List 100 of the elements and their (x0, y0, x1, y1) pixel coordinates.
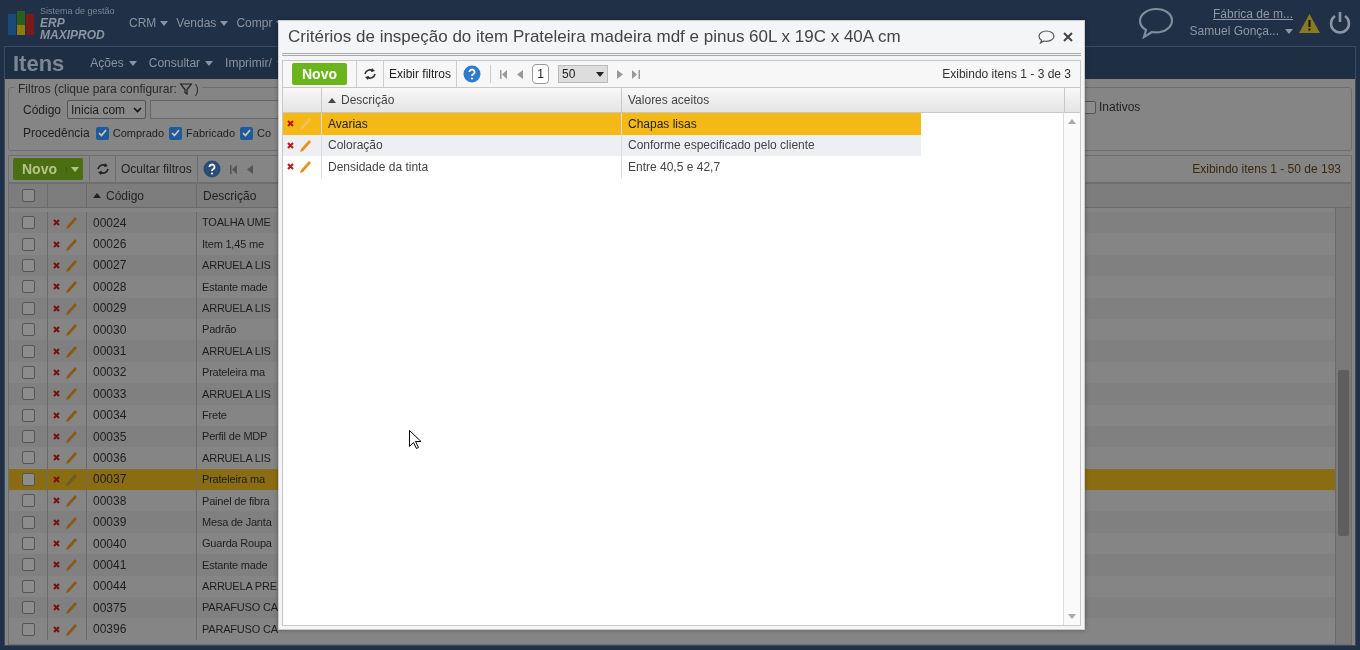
pencil-icon[interactable] (65, 301, 77, 315)
first-page-icon[interactable] (500, 69, 508, 79)
checkbox[interactable] (95, 126, 109, 140)
scrollbar[interactable] (1063, 113, 1080, 625)
delete-icon[interactable] (53, 497, 60, 505)
table-row[interactable]: Coloração Conforme especificado pelo cliente (283, 134, 921, 156)
table-row[interactable]: Avarias Chapas lisas (283, 113, 921, 135)
checkbox[interactable] (21, 558, 35, 572)
delete-icon[interactable] (53, 390, 60, 398)
menu-item[interactable]: Consultar (148, 54, 214, 72)
pencil-icon[interactable] (299, 160, 311, 174)
delete-icon[interactable] (53, 433, 60, 441)
scrollbar-thumb[interactable] (1338, 370, 1349, 536)
checkbox[interactable] (240, 126, 253, 140)
previous-page-icon[interactable] (246, 164, 253, 174)
pencil-icon[interactable] (65, 601, 77, 615)
page-size-select[interactable]: 50 (558, 65, 608, 83)
delete-icon[interactable] (53, 347, 60, 355)
delete-icon[interactable] (53, 540, 60, 548)
scroll-up-icon[interactable] (1068, 119, 1076, 124)
checkbox[interactable] (21, 472, 35, 486)
delete-icon[interactable] (287, 163, 294, 171)
checkbox[interactable] (21, 387, 35, 401)
delete-icon[interactable] (53, 368, 60, 376)
last-page-icon[interactable] (632, 69, 640, 79)
menu-item[interactable]: Vendas (176, 14, 229, 32)
help-icon[interactable] (463, 65, 481, 83)
delete-icon[interactable] (53, 219, 60, 227)
pencil-icon[interactable] (65, 451, 77, 465)
delete-icon[interactable] (53, 411, 60, 419)
pencil-icon[interactable] (65, 387, 77, 401)
new-button[interactable]: Novo (13, 158, 83, 180)
pencil-icon[interactable] (65, 579, 77, 593)
pencil-icon[interactable] (65, 494, 77, 508)
filter-icon[interactable] (179, 83, 192, 95)
chat-icon[interactable] (1137, 7, 1174, 39)
menu-item[interactable]: CRM (129, 14, 169, 32)
menu-item[interactable]: Ações (90, 54, 137, 72)
pencil-icon[interactable] (65, 558, 77, 572)
pencil-icon[interactable] (65, 323, 77, 337)
checkbox[interactable] (21, 344, 35, 358)
toggle-filters-button[interactable]: Exibir filtros (383, 61, 457, 87)
checkbox[interactable] (21, 494, 35, 508)
delete-icon[interactable] (53, 625, 60, 633)
pencil-icon[interactable] (65, 622, 77, 636)
previous-page-icon[interactable] (517, 69, 523, 79)
first-page-icon[interactable] (229, 164, 238, 174)
checkbox[interactable] (21, 622, 35, 636)
pencil-icon[interactable] (65, 472, 77, 486)
pencil-icon[interactable] (65, 430, 77, 444)
delete-icon[interactable] (53, 240, 60, 248)
delete-icon[interactable] (53, 326, 60, 334)
next-page-icon[interactable] (617, 69, 623, 79)
checkbox[interactable] (21, 515, 35, 529)
power-icon[interactable] (1328, 11, 1352, 35)
warning-icon[interactable] (1299, 13, 1320, 33)
close-icon[interactable] (1063, 32, 1073, 42)
checkbox[interactable] (21, 451, 35, 465)
refresh-icon[interactable] (363, 68, 377, 80)
user-menu[interactable]: Samuel Gonça... (1189, 23, 1293, 40)
company-link[interactable]: Fábrica de m... (1212, 6, 1293, 23)
delete-icon[interactable] (53, 582, 60, 590)
pencil-icon[interactable] (65, 344, 77, 358)
delete-icon[interactable] (53, 604, 60, 612)
delete-icon[interactable] (53, 518, 60, 526)
checkbox[interactable] (21, 601, 35, 615)
column-header[interactable]: Valores aceitos (621, 88, 1064, 112)
checkbox[interactable] (21, 408, 35, 422)
pencil-icon[interactable] (65, 258, 77, 272)
checkbox[interactable] (21, 579, 35, 593)
checkbox[interactable] (21, 189, 35, 202)
delete-icon[interactable] (287, 141, 294, 149)
checkbox[interactable] (21, 280, 35, 294)
pencil-icon[interactable] (65, 537, 77, 551)
checkbox[interactable] (21, 537, 35, 551)
column-header[interactable]: Código (86, 184, 196, 207)
checkbox[interactable] (169, 126, 183, 140)
delete-icon[interactable] (53, 283, 60, 291)
pencil-icon[interactable] (65, 237, 77, 251)
pencil-icon[interactable] (65, 408, 77, 422)
pencil-icon[interactable] (65, 216, 77, 230)
help-icon[interactable] (202, 160, 221, 178)
operator-select[interactable]: Inicia com (67, 100, 147, 119)
checkbox[interactable] (21, 258, 35, 272)
delete-icon[interactable] (53, 561, 60, 569)
checkbox[interactable] (21, 430, 35, 444)
checkbox[interactable] (21, 301, 35, 315)
comment-icon[interactable] (1038, 30, 1055, 44)
pencil-icon[interactable] (65, 365, 77, 379)
pencil-icon[interactable] (65, 280, 77, 294)
code-field[interactable] (150, 100, 281, 119)
checkbox[interactable] (21, 323, 35, 337)
delete-icon[interactable] (287, 120, 294, 128)
delete-icon[interactable] (53, 454, 60, 462)
column-header[interactable]: Descrição (321, 88, 621, 112)
delete-icon[interactable] (53, 304, 60, 312)
pencil-icon[interactable] (299, 138, 311, 152)
page-number-field[interactable]: 1 (532, 64, 549, 84)
checkbox[interactable] (21, 237, 35, 251)
new-button[interactable]: Novo (292, 63, 347, 85)
